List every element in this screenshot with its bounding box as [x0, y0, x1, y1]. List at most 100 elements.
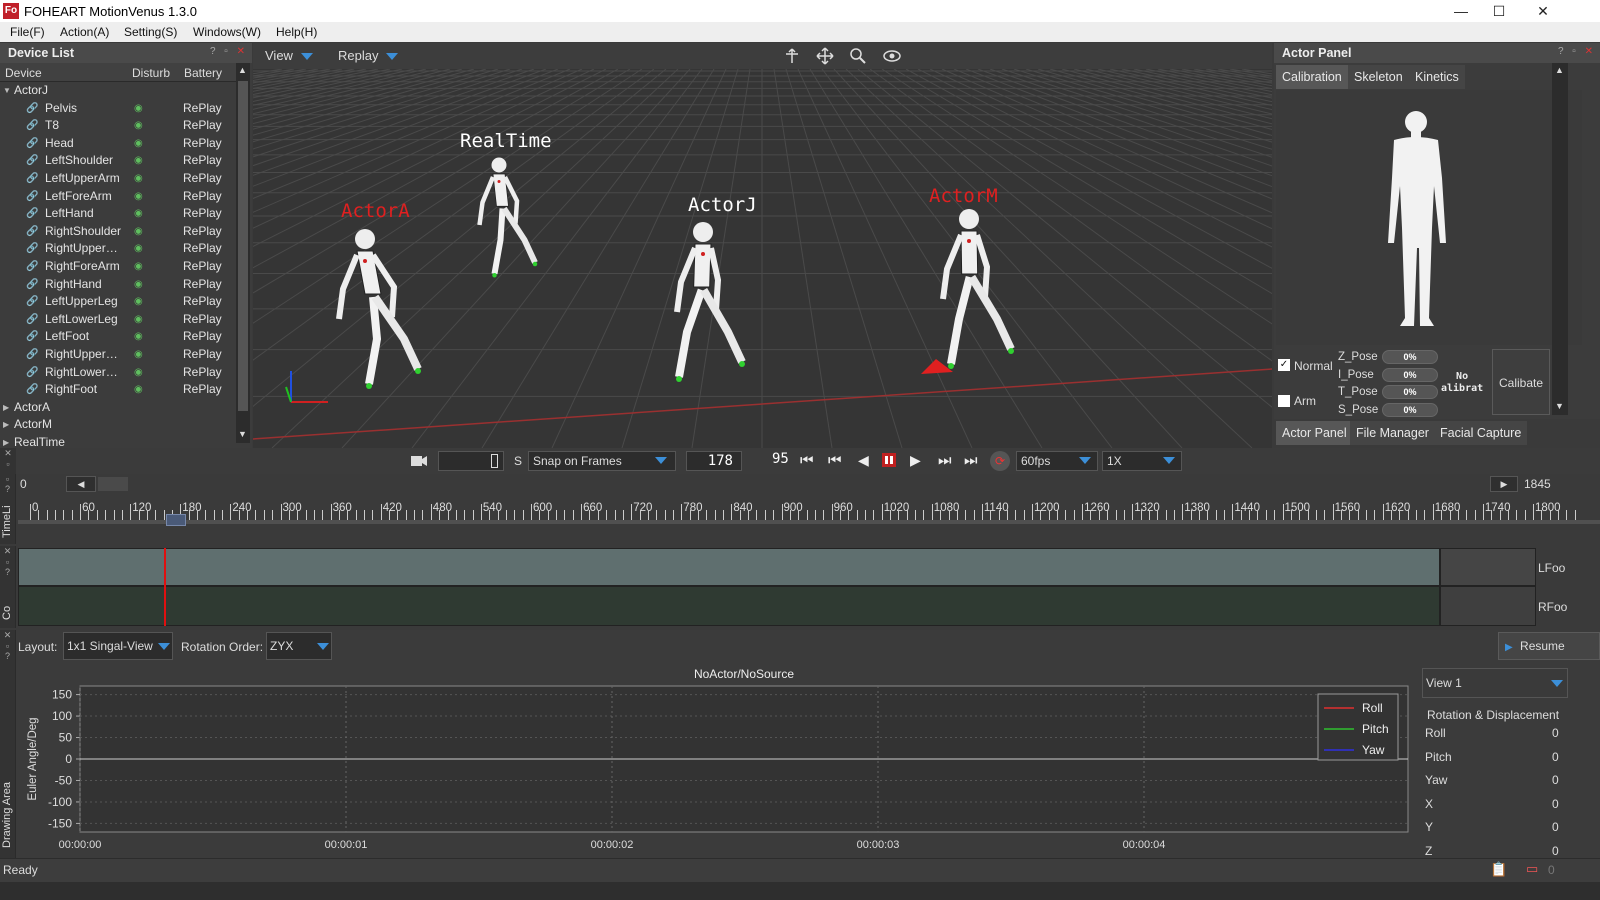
- euler-angle-chart[interactable]: NoActor/NoSource 150 100 50 0 -50 -100 -150 00:0…: [18, 662, 1418, 858]
- menu-file[interactable]: File(F): [10, 25, 45, 39]
- device-row[interactable]: 🔗 RightHand ◉ RePlay: [0, 276, 236, 294]
- collapse-icon[interactable]: ▶: [3, 416, 9, 434]
- tab-skeleton[interactable]: Skeleton: [1348, 65, 1409, 89]
- dock-side-buttons[interactable]: ✕ ▫?: [0, 630, 15, 661]
- timeline-scroll-left-icon[interactable]: ◀: [66, 476, 96, 492]
- eye-icon[interactable]: [882, 47, 902, 65]
- scroll-up-icon[interactable]: ▲: [238, 65, 247, 75]
- calibrate-button[interactable]: Calibate: [1492, 349, 1550, 415]
- current-frame-display[interactable]: 178: [686, 451, 742, 471]
- go-end-icon[interactable]: ⏭: [964, 452, 978, 469]
- dock-side-buttons[interactable]: ▫?: [0, 474, 15, 494]
- close-button[interactable]: ✕: [1520, 0, 1566, 22]
- timeline-tick: [430, 504, 432, 520]
- actor-panel-scrollbar[interactable]: ▲ ▼: [1552, 63, 1568, 415]
- playhead-handle[interactable]: [166, 514, 186, 526]
- scroll-thumb[interactable]: [238, 81, 248, 411]
- device-row[interactable]: 🔗 Pelvis ◉ RePlay: [0, 100, 236, 118]
- device-row[interactable]: 🔗 LeftUpperArm ◉ RePlay: [0, 170, 236, 188]
- play-icon[interactable]: ▶: [910, 452, 921, 469]
- device-list-scrollbar[interactable]: ▲ ▼: [236, 63, 250, 443]
- device-row[interactable]: 🔗 LeftUpperLeg ◉ RePlay: [0, 293, 236, 311]
- menu-help[interactable]: Help(H): [276, 25, 317, 39]
- camera-icon[interactable]: [410, 453, 428, 469]
- view-dropdown[interactable]: View: [265, 48, 313, 63]
- frame-step[interactable]: 95: [772, 451, 789, 467]
- device-row[interactable]: 🔗 LeftForeArm ◉ RePlay: [0, 188, 236, 206]
- scroll-up-icon[interactable]: ▲: [1555, 65, 1564, 75]
- 3d-viewport[interactable]: View Replay ActorA RealTime ActorJ Actor…: [253, 43, 1272, 448]
- layout-select[interactable]: 1x1 Singal-View: [63, 632, 173, 660]
- device-row[interactable]: 🔗 RightFoot ◉ RePlay: [0, 381, 236, 399]
- device-row[interactable]: 🔗 LeftLowerLeg ◉ RePlay: [0, 311, 236, 329]
- timeline-scroll-right-icon[interactable]: ▶: [1490, 476, 1518, 492]
- signal-icon: ◉: [134, 296, 143, 308]
- arm-checkbox[interactable]: [1278, 395, 1290, 407]
- frame-input[interactable]: [438, 451, 504, 471]
- rfoot-track[interactable]: [18, 586, 1440, 626]
- timeline-tick: [1123, 510, 1125, 520]
- select-tool-icon[interactable]: [783, 47, 801, 65]
- snap-mode-select[interactable]: Snap on Frames: [528, 451, 676, 471]
- menu-setting[interactable]: Setting(S): [124, 25, 177, 39]
- speed-select[interactable]: 1X: [1102, 451, 1182, 471]
- fps-select[interactable]: 60fps: [1016, 451, 1098, 471]
- timeline-ruler[interactable]: 0 60 120 180 240 300 360 420 480 540 600 660 720 780 8…: [18, 496, 1600, 520]
- loop-icon[interactable]: ⟳: [990, 451, 1010, 471]
- col-device[interactable]: Device: [5, 66, 42, 80]
- maximize-button[interactable]: ☐: [1476, 0, 1522, 22]
- lfoot-track[interactable]: [18, 548, 1440, 586]
- tab-actor-panel[interactable]: Actor Panel: [1276, 421, 1353, 445]
- step-back-icon[interactable]: ◀: [858, 452, 869, 469]
- device-row[interactable]: 🔗 Head ◉ RePlay: [0, 135, 236, 153]
- scene-canvas[interactable]: ActorA RealTime ActorJ ActorM: [253, 69, 1272, 448]
- resume-button[interactable]: ▶ Resume: [1498, 632, 1600, 660]
- device-row[interactable]: 🔗 LeftHand ◉ RePlay: [0, 205, 236, 223]
- rotation-order-select[interactable]: ZYX: [266, 632, 332, 660]
- device-row[interactable]: 🔗 LeftShoulder ◉ RePlay: [0, 152, 236, 170]
- dock-buttons[interactable]: ? ▫ ✕: [1558, 46, 1596, 57]
- signal-icon: ◉: [134, 260, 143, 272]
- snap-mode-value: Snap on Frames: [533, 454, 622, 468]
- device-name: RightShoulder: [45, 223, 122, 238]
- replay-dropdown[interactable]: Replay: [338, 48, 399, 63]
- normal-checkbox[interactable]: ✓: [1278, 359, 1290, 371]
- pause-button[interactable]: [882, 453, 896, 467]
- go-start-icon[interactable]: ⏮: [800, 452, 814, 469]
- menu-windows[interactable]: Windows(W): [193, 25, 261, 39]
- device-row[interactable]: 🔗 RightUpper… ◉ RePlay: [0, 346, 236, 364]
- tab-kinetics[interactable]: Kinetics: [1409, 65, 1465, 89]
- col-battery[interactable]: Battery: [184, 66, 222, 80]
- device-row[interactable]: 🔗 RightForeArm ◉ RePlay: [0, 258, 236, 276]
- dock-buttons[interactable]: ? ▫ ✕: [210, 46, 248, 57]
- next-key-icon[interactable]: ⏭: [938, 452, 952, 469]
- scroll-down-icon[interactable]: ▼: [238, 429, 247, 439]
- move-tool-icon[interactable]: [816, 47, 834, 65]
- dock-side-buttons[interactable]: ✕ ▫?: [0, 546, 15, 577]
- tab-facial-capture[interactable]: Facial Capture: [1434, 421, 1528, 445]
- menu-action[interactable]: Action(A): [60, 25, 109, 39]
- scroll-down-icon[interactable]: ▼: [1555, 401, 1564, 411]
- device-row[interactable]: 🔗 RightShoulder ◉ RePlay: [0, 223, 236, 241]
- device-row[interactable]: 🔗 RightLower… ◉ RePlay: [0, 364, 236, 382]
- status-count: 0: [1548, 863, 1555, 877]
- tab-file-manager[interactable]: File Manager: [1350, 421, 1435, 445]
- tree-group[interactable]: ▶ ActorM: [0, 416, 236, 434]
- tree-group[interactable]: ▼ ActorJ: [0, 82, 236, 100]
- dock-side-buttons[interactable]: ✕ ▫: [0, 448, 16, 474]
- col-disturb[interactable]: Disturb: [132, 66, 170, 80]
- zoom-icon[interactable]: [849, 47, 867, 65]
- expand-icon[interactable]: ▼: [3, 82, 11, 100]
- timeline-tick: [489, 510, 491, 520]
- prev-key-icon[interactable]: ⏮: [828, 452, 842, 469]
- timeline-tick: [1265, 510, 1267, 520]
- tab-calibration[interactable]: Calibration: [1276, 65, 1348, 89]
- view-select[interactable]: View 1: [1422, 668, 1568, 698]
- collapse-icon[interactable]: ▶: [3, 399, 9, 417]
- device-row[interactable]: 🔗 LeftFoot ◉ RePlay: [0, 328, 236, 346]
- device-row[interactable]: 🔗 RightUpper… ◉ RePlay: [0, 240, 236, 258]
- device-row[interactable]: 🔗 T8 ◉ RePlay: [0, 117, 236, 135]
- timeline-scroll-thumb[interactable]: [98, 477, 128, 491]
- tree-group[interactable]: ▶ ActorA: [0, 399, 236, 417]
- timeline-track[interactable]: [18, 520, 1600, 524]
